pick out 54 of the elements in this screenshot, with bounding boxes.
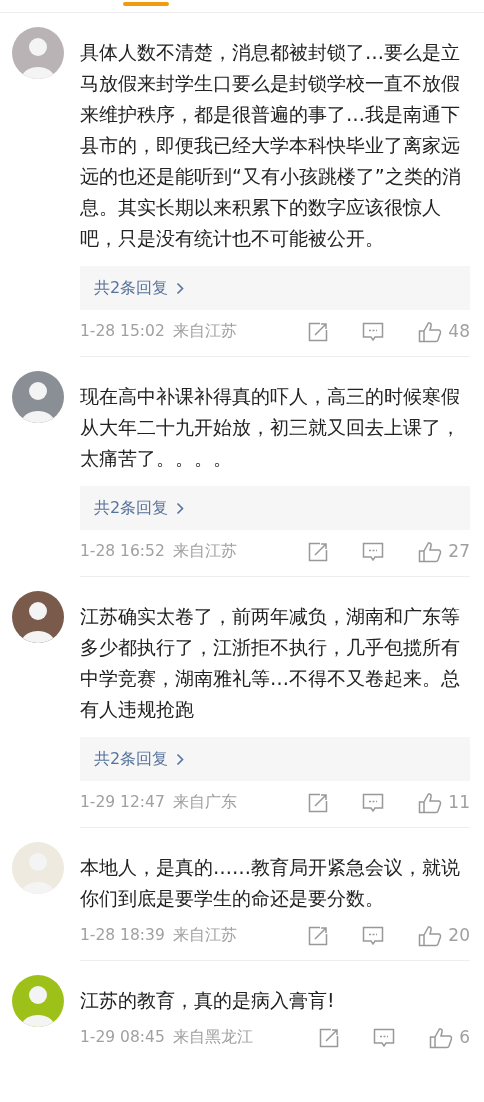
like-button[interactable]: 48 (418, 319, 470, 345)
comment-time: 1-29 12:47 (80, 792, 165, 814)
comment-time: 1-29 08:45 (80, 1027, 165, 1049)
comment-location: 来自江苏 (172, 541, 237, 563)
like-button[interactable]: 27 (418, 539, 470, 565)
thumbs-up-icon (418, 925, 443, 947)
comment-icon (362, 925, 385, 947)
comment-location: 来自广东 (172, 792, 237, 814)
chevron-right-icon (176, 281, 185, 295)
comment-button[interactable] (373, 1027, 396, 1049)
replies-link[interactable]: 共2条回复 (94, 276, 185, 300)
share-icon (308, 542, 329, 562)
avatar[interactable] (12, 591, 64, 643)
comment-time: 1-28 15:02 (80, 321, 165, 343)
share-icon (308, 793, 329, 813)
comment-location: 来自江苏 (172, 925, 237, 947)
share-icon (319, 1028, 340, 1048)
share-button[interactable] (308, 322, 329, 342)
tab-indicator (123, 2, 169, 6)
chevron-right-icon (176, 752, 185, 766)
share-icon (308, 322, 329, 342)
comment-location: 来自江苏 (172, 321, 237, 343)
replies-link[interactable]: 共2条回复 (94, 496, 185, 520)
comment-button[interactable] (362, 541, 385, 563)
comment-icon (373, 1027, 396, 1049)
comment-text: 具体人数不清楚，消息都被封锁了…要么是立马放假来封学生口要么是封锁学校一直不放假来维护秩序，都是很普遍的事了…我是南通下县市的，即便我已经大学本科快毕业了离家远远的也还是能听到“又有小孩跳楼了”之类的消息。其实长期以来积累下的数字应该很惊人吧，只是没有统计也不可能被公开。 (80, 40, 462, 251)
comment-button[interactable] (362, 925, 385, 947)
comment-icon (362, 321, 385, 343)
comment-location: 来自黑龙江 (172, 1027, 253, 1049)
thumbs-up-icon (418, 792, 443, 814)
comment-icon (362, 541, 385, 563)
replies-link[interactable]: 共2条回复 (94, 747, 185, 771)
comment-text: 江苏的教育，真的是病入膏肓! (80, 988, 336, 1013)
like-button[interactable]: 11 (418, 790, 470, 816)
comment-text: 本地人，是真的……教育局开紧急会议，就说你们到底是要学生的命还是要分数。 (80, 855, 461, 911)
avatar[interactable] (12, 371, 64, 423)
share-button[interactable] (308, 793, 329, 813)
comment-text: 现在高中补课补得真的吓人，高三的时候寒假从大年二十九开始放，初三就又回去上课了，太痛苦了。。。。 (80, 384, 461, 471)
comment-time: 1-28 16:52 (80, 541, 165, 563)
thumbs-up-icon (429, 1027, 454, 1049)
share-button[interactable] (308, 542, 329, 562)
comment-time: 1-28 18:39 (80, 925, 165, 947)
share-button[interactable] (319, 1028, 340, 1048)
comment-text: 江苏确实太卷了，前两年减负，湖南和广东等多少都执行了，江浙拒不执行，几乎包揽所有中学竞赛，湖南雅礼等…不得不又卷起来。总有人违规抢跑 (80, 604, 461, 722)
comment-icon (362, 792, 385, 814)
chevron-right-icon (176, 501, 185, 515)
comment-button[interactable] (362, 321, 385, 343)
like-button[interactable]: 20 (418, 923, 470, 949)
thumbs-up-icon (418, 541, 443, 563)
share-button[interactable] (308, 926, 329, 946)
thumbs-up-icon (418, 321, 443, 343)
comment-button[interactable] (362, 792, 385, 814)
like-button[interactable]: 6 (429, 1025, 470, 1051)
share-icon (308, 926, 329, 946)
